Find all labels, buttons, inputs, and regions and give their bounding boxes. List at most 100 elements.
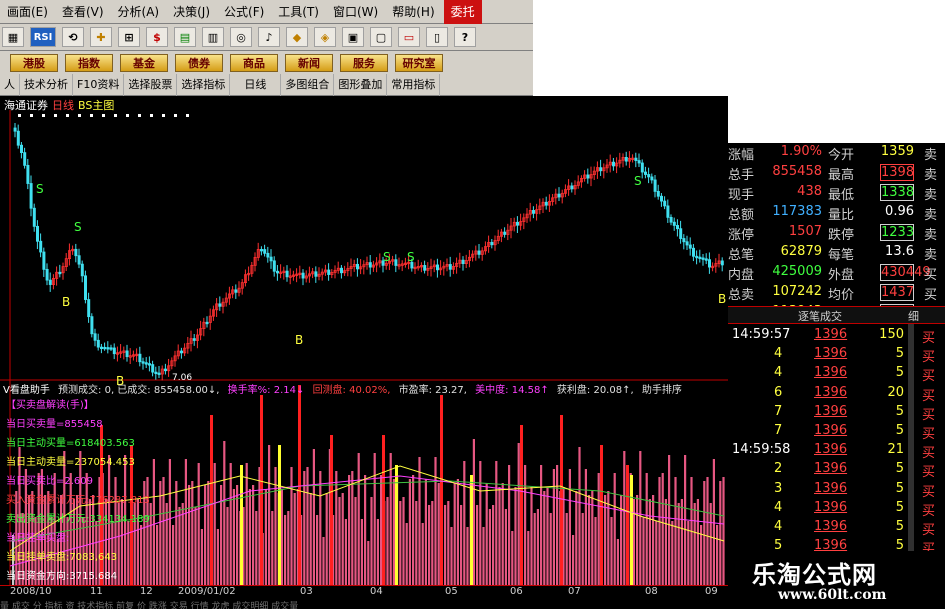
volume-bar [655, 521, 658, 585]
book-icon[interactable]: ▯ [426, 27, 448, 47]
top-marker-dot [186, 114, 189, 117]
nav-hk-stocks[interactable]: 港股 [10, 53, 58, 72]
tick-time: 6 [774, 384, 783, 400]
volume-bar [671, 521, 674, 585]
candle-body [112, 347, 116, 355]
menu-tools[interactable]: 工具(T) [271, 0, 326, 24]
volume-bar [204, 485, 207, 585]
top-marker-dot [126, 114, 129, 117]
kline-chart-area[interactable]: S S S S S B B B B 7.06 海通证券 日线 BS主图 V看盘助手 预测成交: 0… [0, 96, 728, 609]
menu-trade[interactable]: 委托 [443, 0, 482, 24]
sell-marker: S [36, 182, 44, 196]
candle-body [179, 350, 183, 354]
chart-icon[interactable]: ▤ [174, 27, 196, 47]
binoculars-icon[interactable]: ◎ [230, 27, 252, 47]
volume-bar [479, 461, 482, 585]
diamond-alt-icon[interactable]: ◈ [314, 27, 336, 47]
sub-common-indicators[interactable]: 常用指标 [387, 73, 441, 96]
volume-bar [330, 435, 333, 585]
nav-fund[interactable]: 基金 [120, 53, 168, 72]
sub-overlay[interactable]: 图形叠加 [334, 73, 388, 96]
table-icon[interactable]: ▥ [202, 27, 224, 47]
legend-line: 当日主动买量=618403.563 [6, 438, 135, 449]
quote-value: 1.90% [780, 144, 822, 159]
window-icon[interactable]: ▭ [398, 27, 420, 47]
tick-price: 1396 [814, 403, 848, 419]
nav-bond[interactable]: 债券 [175, 53, 223, 72]
candle-body [612, 161, 616, 167]
sub-daily[interactable]: 日线 [230, 73, 282, 96]
dollar-button[interactable]: $ [146, 27, 168, 47]
rsi-button[interactable]: RSI [30, 27, 56, 47]
menu-view[interactable]: 画面(E) [0, 0, 55, 24]
menu-decision[interactable]: 决策(J) [166, 0, 217, 24]
volume-bar [613, 473, 616, 585]
menu-bar: 画面(E) 查看(V) 分析(A) 决策(J) 公式(F) 工具(T) 窗口(W… [0, 0, 533, 24]
sub-select-stock[interactable]: 选择股票 [124, 73, 178, 96]
sub-f10[interactable]: F10资料 [73, 73, 125, 96]
sub-multi-chart[interactable]: 多图组合 [281, 73, 335, 96]
candle-body [685, 241, 689, 246]
tick-volume: 5 [895, 365, 904, 381]
quote-value: 13.6 [885, 244, 914, 259]
volume-bar [607, 491, 610, 585]
menu-look[interactable]: 查看(V) [55, 0, 111, 24]
nav-news[interactable]: 新闻 [285, 53, 333, 72]
ruler-icon[interactable]: ⊞ [118, 27, 140, 47]
refresh-icon[interactable]: ⟲ [62, 27, 84, 47]
volume-bar [248, 489, 251, 585]
nav-index[interactable]: 指数 [65, 53, 113, 72]
volume-bar [220, 485, 223, 585]
menu-help[interactable]: 帮助(H) [385, 0, 441, 24]
volume-bar [309, 493, 312, 585]
nav-service[interactable]: 服务 [340, 53, 388, 72]
grid-icon[interactable]: ▦ [2, 27, 24, 47]
nav-research[interactable]: 研究室 [395, 53, 443, 72]
volume-bar [402, 497, 405, 585]
tick-volume: 5 [895, 346, 904, 362]
candle-body [490, 241, 494, 246]
top-marker-dot [66, 114, 69, 117]
calc-icon[interactable]: ▣ [342, 27, 364, 47]
volume-bar [610, 517, 613, 585]
quote-value: 1437 [880, 284, 915, 301]
menu-window[interactable]: 窗口(W) [326, 0, 385, 24]
candle-body [269, 256, 273, 262]
candle-body [96, 339, 100, 348]
candle-body [570, 185, 574, 190]
x-tick: 12 [140, 586, 153, 597]
tick-time: 2 [774, 461, 783, 477]
bottom-tab-strip[interactable]: 量 成交 分 指标 资 技术指标 前复 价 跌涨 交易 行情 龙虎 成交明细 成… [0, 599, 728, 609]
quote-value: 117383 [772, 204, 822, 219]
sub-person[interactable]: 人 [0, 73, 20, 96]
candle-body [285, 270, 289, 278]
volume-bar [511, 531, 514, 585]
volume-bar [533, 513, 536, 585]
indicator-sort: 助手排序 [641, 385, 682, 395]
nav-commodity[interactable]: 商品 [230, 53, 278, 72]
sell-marker: S [74, 220, 82, 234]
volume-bar [172, 525, 175, 585]
tick-time: 4 [774, 365, 783, 381]
volume-bar [264, 489, 267, 585]
doc-icon[interactable]: ▢ [370, 27, 392, 47]
menu-formula[interactable]: 公式(F) [217, 0, 271, 24]
compass-icon[interactable]: ✚ [90, 27, 112, 47]
volume-bar [316, 515, 319, 585]
indicator-pe: 市盈率: 23.27, [398, 385, 467, 395]
x-tick: 07 [568, 586, 581, 597]
candle-body [45, 268, 49, 281]
diamond-icon[interactable]: ◆ [286, 27, 308, 47]
volume-bar [223, 441, 226, 585]
quote-row: 总额 117383 量比 0.96 卖 [728, 203, 945, 223]
tick-detail-button[interactable]: 细 [908, 308, 919, 324]
tick-price: 1396 [814, 423, 848, 438]
candle-body [141, 361, 145, 364]
menu-analysis[interactable]: 分析(A) [111, 0, 167, 24]
volume-bar [389, 453, 392, 585]
volume-bar [354, 497, 357, 585]
bell-icon[interactable]: ♪ [258, 27, 280, 47]
sub-select-indicator[interactable]: 选择指标 [177, 73, 231, 96]
sub-technical-analysis[interactable]: 技术分析 [20, 73, 73, 96]
help-cursor-icon[interactable]: ? [454, 27, 476, 47]
